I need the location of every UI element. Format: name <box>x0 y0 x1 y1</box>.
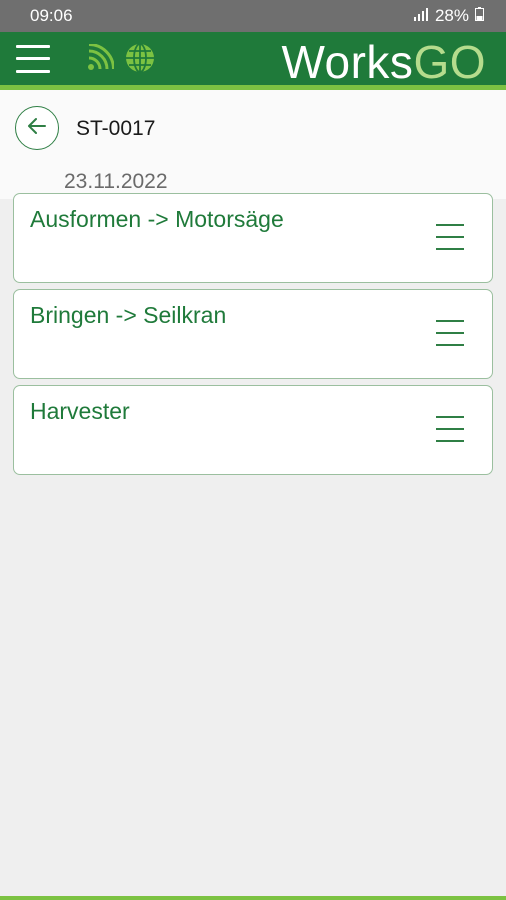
item-menu-icon[interactable] <box>436 320 464 346</box>
list-item-label: Ausformen -> Motorsäge <box>30 206 284 232</box>
activity-list: Ausformen -> Motorsäge Bringen -> Seilkr… <box>0 193 506 475</box>
page-date: 23.11.2022 <box>64 170 168 193</box>
list-item[interactable]: Ausformen -> Motorsäge <box>13 193 493 283</box>
wifi-icon <box>86 43 115 77</box>
app-logo: WorksGO <box>281 35 486 89</box>
list-item[interactable]: Bringen -> Seilkran <box>13 289 493 379</box>
list-item-label: Harvester <box>30 398 130 424</box>
page-title: ST-0017 <box>76 117 156 140</box>
back-button[interactable] <box>15 106 59 150</box>
connection-icons <box>86 42 156 79</box>
page-header: ST-0017 23.11.2022 <box>0 90 506 199</box>
status-indicators: 28% <box>413 6 484 26</box>
brand-main: Works <box>281 36 414 88</box>
app-bar: WorksGO <box>0 32 506 90</box>
item-menu-icon[interactable] <box>436 224 464 250</box>
status-time: 09:06 <box>30 6 73 25</box>
list-item-label: Bringen -> Seilkran <box>30 302 227 328</box>
bottom-accent-line <box>0 896 506 900</box>
battery-icon <box>475 6 484 26</box>
status-bar: 09:06 28% <box>0 0 506 32</box>
menu-icon[interactable] <box>16 44 50 73</box>
list-item[interactable]: Harvester <box>13 385 493 475</box>
brand-accent: GO <box>413 36 486 88</box>
item-menu-icon[interactable] <box>436 416 464 442</box>
battery-percentage: 28% <box>434 6 469 25</box>
globe-icon <box>124 42 156 79</box>
signal-icon <box>413 6 429 26</box>
back-arrow-icon <box>25 114 49 143</box>
